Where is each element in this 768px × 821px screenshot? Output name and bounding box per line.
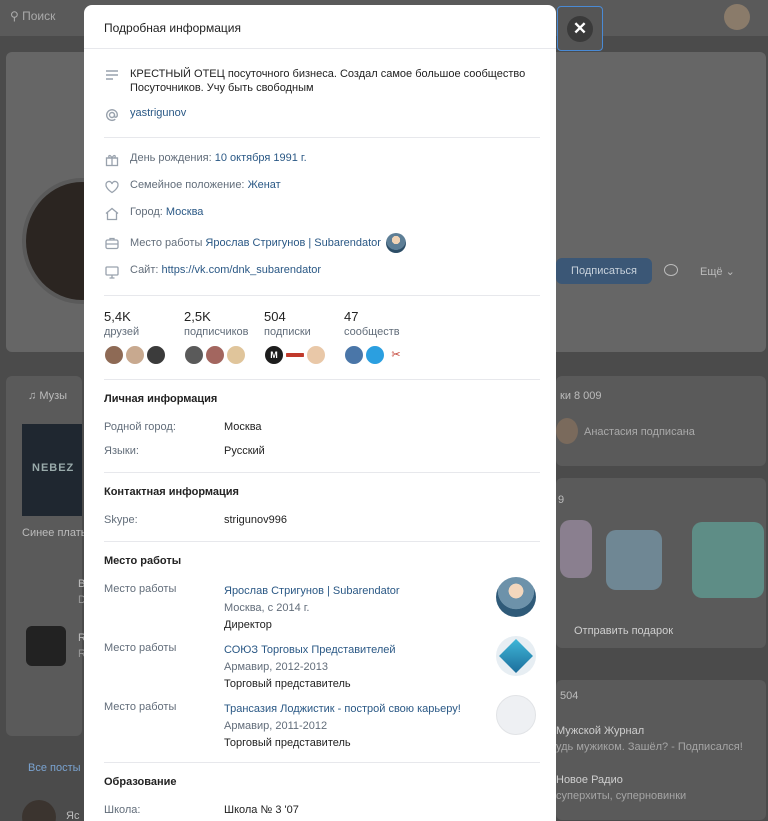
contact-info-title: Контактная информация [104, 486, 239, 498]
at-icon [104, 107, 120, 123]
counter-subscriptions[interactable]: 504 подписки M [264, 309, 344, 365]
close-icon: ✕ [567, 15, 593, 42]
gifts-count: 9 [558, 494, 565, 506]
career-title: Место работы [104, 555, 182, 567]
birthday-value[interactable]: 10 октября 1991 г. [215, 152, 307, 164]
avatar: M [264, 345, 284, 365]
gift-image[interactable] [606, 530, 662, 590]
avatar [205, 345, 225, 365]
post-author: Яс [66, 810, 80, 821]
avatar[interactable] [724, 4, 750, 30]
send-gift-button[interactable]: Отправить подарок [574, 625, 673, 637]
all-posts-link[interactable]: Все посты [28, 762, 81, 774]
avatar [285, 345, 305, 365]
education-title: Образование [104, 776, 177, 788]
counter-communities[interactable]: 47 сообществ ✂ [344, 309, 424, 365]
counter-friends[interactable]: 5,4K друзей [104, 309, 184, 365]
subscribed-text: Анастасия подписана [584, 426, 695, 438]
company-logo[interactable] [496, 695, 536, 735]
site-label: Сайт: [130, 264, 159, 276]
modal-title: Подробная информация [84, 5, 556, 49]
job-meta: Армавир, 2012-2013 [224, 661, 328, 673]
skype-label: Skype: [104, 514, 138, 526]
hometown-label: Родной город: [104, 421, 176, 433]
job-item: Место работы СОЮЗ Торговых Представителе… [84, 636, 556, 693]
job-item: Место работы Трансазия Лоджистик - постр… [84, 695, 556, 752]
briefcase-icon [104, 235, 120, 251]
bio-text: КРЕСТНЫЙ ОТЕЦ посуточного бизнеса. Созда… [130, 68, 526, 94]
skype-value[interactable]: strigunov996 [224, 514, 287, 526]
work-label: Место работы [130, 237, 203, 249]
family-label: Семейное положение: [130, 179, 245, 191]
search-input[interactable]: ⚲ Поиск [10, 9, 55, 23]
job-meta: Армавир, 2011-2012 [224, 720, 328, 732]
text-lines-icon [104, 67, 120, 83]
details-modal: Подробная информация КРЕСТНЫЙ ОТЕЦ посут… [84, 5, 556, 821]
group-status: суперхиты, суперновинки [556, 790, 687, 802]
avatar [146, 345, 166, 365]
company-link[interactable]: СОЮЗ Торговых Представителей [224, 642, 396, 659]
personal-info-title: Личная информация [104, 393, 218, 405]
avatar [104, 345, 124, 365]
gift-image[interactable] [560, 520, 592, 578]
work-value[interactable]: Ярослав Стригунов | Subarendator [205, 237, 381, 249]
avatar: ✂ [386, 345, 406, 365]
group-name[interactable]: Новое Радио [556, 774, 623, 786]
home-icon [104, 206, 120, 222]
languages-label: Языки: [104, 445, 139, 457]
music-tab[interactable]: ♫ Музы [28, 390, 67, 402]
hometown-value: Москва [224, 421, 262, 433]
job-meta: Москва, с 2014 г. [224, 602, 310, 614]
languages-value: Русский [224, 445, 265, 457]
city-value[interactable]: Москва [166, 206, 204, 218]
monitor-icon [104, 264, 120, 280]
gift-icon [104, 152, 120, 168]
avatar [226, 345, 246, 365]
song-title: Синее плать [22, 527, 87, 539]
company-logo[interactable] [496, 636, 536, 676]
friends-count: ки 8 009 [560, 390, 602, 402]
message-icon[interactable] [664, 264, 678, 276]
avatar [344, 345, 364, 365]
school-label: Школа: [104, 804, 141, 816]
gift-image[interactable] [692, 522, 764, 598]
subscribe-button[interactable]: Подписаться [556, 258, 652, 284]
company-link[interactable]: Ярослав Стригунов | Subarendator [224, 583, 400, 600]
job-position: Директор [224, 619, 272, 631]
username-link[interactable]: yastrigunov [130, 107, 186, 119]
avatar[interactable] [556, 418, 578, 444]
company-link[interactable]: Трансазия Лоджистик - построй свою карье… [224, 701, 461, 718]
job-position: Торговый представитель [224, 737, 351, 749]
heart-icon [104, 179, 120, 195]
groups-count: 504 [560, 690, 579, 702]
group-status: удь мужиком. Зашёл? - Подписался! [556, 741, 743, 753]
job-position: Торговый представитель [224, 678, 351, 690]
track-cover[interactable] [26, 626, 66, 666]
avatar [125, 345, 145, 365]
avatar [184, 345, 204, 365]
birthday-label: День рождения: [130, 152, 212, 164]
job-item: Место работы Ярослав Стригунов | Subaren… [84, 577, 556, 634]
company-logo[interactable] [496, 577, 536, 617]
avatar [306, 345, 326, 365]
album-title: NEBEZ [32, 462, 75, 474]
family-value[interactable]: Женат [248, 179, 281, 191]
more-button[interactable]: Ещё ⌄ [700, 265, 735, 278]
site-link[interactable]: https://vk.com/dnk_subarendator [162, 264, 322, 276]
avatar [365, 345, 385, 365]
close-button[interactable]: ✕ [557, 6, 603, 51]
company-avatar[interactable] [385, 233, 406, 253]
school-value[interactable]: Школа № 3 '07 [224, 804, 299, 816]
city-label: Город: [130, 206, 163, 218]
counter-followers[interactable]: 2,5K подписчиков [184, 309, 264, 365]
group-name[interactable]: Мужской Журнал [556, 725, 644, 737]
diamond-icon [499, 639, 533, 673]
